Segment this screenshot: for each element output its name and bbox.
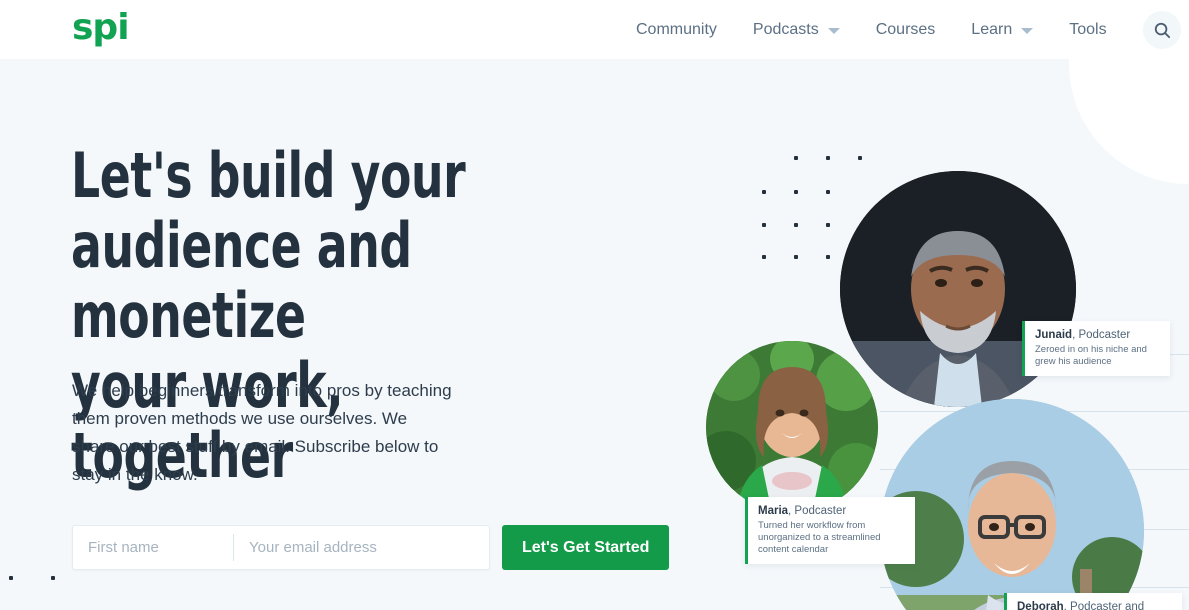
decorative-dot [794,223,798,227]
avatar-maria [706,341,878,513]
nav-item-tools[interactable]: Tools [1051,0,1124,59]
nav-item-courses[interactable]: Courses [858,0,954,59]
nav-label: Podcasts [752,20,819,38]
nav-label: Community [636,20,717,38]
nav-item-podcasts[interactable]: Podcasts [735,0,858,59]
nav-item-community[interactable]: Community [618,0,735,59]
get-started-button[interactable]: Let's Get Started [502,525,670,570]
decorative-dot [826,255,830,259]
photo-deborah [880,399,1144,610]
decorative-dot [826,223,830,227]
chevron-down-icon [827,27,840,34]
testimonial-card-maria: Maria, Podcaster Turned her workflow fro… [745,497,915,564]
search-button[interactable] [1143,11,1181,49]
hero-section: Let's build your audience and monetize y… [0,59,1189,610]
testimonial-person-role: , Podcaster [788,505,847,517]
hero-description: We help beginners transform into pros by… [72,381,452,484]
search-icon [1154,22,1170,38]
nav-label: Learn [971,20,1013,38]
testimonial-name: Junaid, Podcaster [1035,328,1160,342]
testimonial-person-name: Junaid [1035,329,1073,341]
decorative-dot [858,156,862,160]
decorative-dot [762,190,766,194]
decorative-dot [762,255,766,259]
email-input[interactable] [234,526,489,569]
page-root: spi Community Podcasts Courses Learn Too… [0,0,1189,610]
main-navigation: Community Podcasts Courses Learn Tools [618,0,1125,59]
headline-line-1: Let's build your [71,139,466,212]
nav-label: Courses [875,20,936,38]
decorative-dot [794,190,798,194]
site-header: spi Community Podcasts Courses Learn Too… [0,0,1189,59]
decorative-dot [826,156,830,160]
testimonial-name: Deborah, Podcaster and Author [1017,600,1172,610]
decorative-dot [762,223,766,227]
decorative-dot [9,576,13,580]
testimonial-name: Maria, Podcaster [758,504,905,518]
testimonial-description: Zeroed in on his niche and grew his audi… [1035,344,1147,367]
avatar-deborah [880,399,1144,610]
photo-maria [706,341,878,513]
nav-label: Tools [1069,20,1107,38]
testimonial-description: Turned her workflow from unorganized to … [758,520,881,555]
nav-item-learn[interactable]: Learn [953,0,1051,59]
first-name-input[interactable] [73,526,233,569]
decorative-dot [794,255,798,259]
headline-line-2: audience and monetize [71,209,412,352]
testimonial-person-role: , Podcaster [1072,329,1131,341]
signup-form: Let's Get Started [72,525,670,570]
testimonial-person-name: Maria [758,505,789,517]
hero-corner-decoration [1069,59,1189,184]
decorative-dot [826,190,830,194]
testimonial-person-name: Deborah [1017,601,1064,610]
chevron-down-icon [1021,27,1034,34]
form-field-group [72,525,490,570]
testimonial-card-deborah: Deborah, Podcaster and Author Launched h… [1004,593,1182,610]
decorative-dot [794,156,798,160]
testimonial-card-junaid: Junaid, Podcaster Zeroed in on his niche… [1022,321,1170,376]
decorative-dot [51,576,55,580]
site-logo[interactable]: spi [72,8,130,48]
